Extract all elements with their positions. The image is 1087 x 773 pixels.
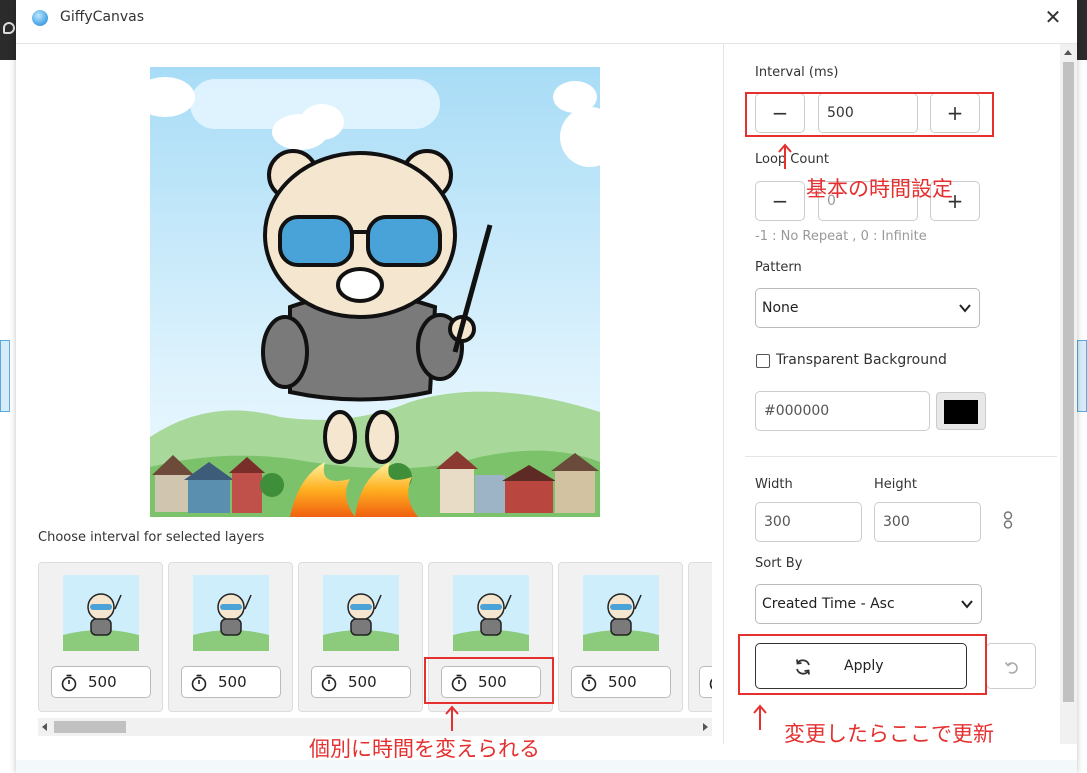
close-button[interactable]: ✕ (1040, 4, 1066, 30)
layer-thumbnail[interactable] (583, 575, 659, 651)
gif-preview-canvas (135, 67, 620, 517)
chevron-down-icon (961, 600, 973, 609)
scrollbar-thumb[interactable] (54, 721, 126, 733)
annotation-apply-note: 変更したらここで更新 (784, 722, 994, 746)
annotation-layers-note: 個別に時間を変えられる (309, 737, 540, 761)
timer-icon (321, 674, 337, 692)
preview-image (135, 67, 620, 517)
chevron-down-icon (959, 304, 971, 313)
timer-icon (581, 674, 597, 692)
layer-thumbnail[interactable] (453, 575, 529, 651)
annotation-arrow-up-icon (445, 705, 459, 731)
annotation-box-interval (745, 92, 994, 137)
timer-icon (709, 678, 712, 690)
title-bar: GiffyCanvas ✕ (16, 0, 1077, 44)
sort-by-select[interactable]: Created Time - Asc (755, 584, 982, 624)
layer-interval-input[interactable]: 500 (571, 666, 671, 698)
layers-interval-label: Choose interval for selected layers (38, 530, 265, 545)
layer-thumbnail[interactable] (63, 575, 139, 651)
layer-card[interactable] (688, 562, 712, 712)
dialog-footer (16, 760, 1077, 773)
layer-card[interactable]: 500 (168, 562, 293, 712)
scroll-right-icon[interactable] (703, 723, 708, 731)
settings-separator (745, 456, 1057, 457)
background-color-input[interactable]: #000000 (755, 391, 930, 431)
layer-interval-input[interactable]: 500 (311, 666, 411, 698)
layer-interval-input[interactable]: 500 (51, 666, 151, 698)
layer-card[interactable]: 500 (298, 562, 423, 712)
host-app-left-thumbnail[interactable] (0, 340, 10, 412)
layers-strip: 500 500 500 500 500 (38, 562, 712, 712)
width-input[interactable]: 300 (755, 502, 862, 542)
layer-card[interactable]: 500 (38, 562, 163, 712)
giffycanvas-dialog: GiffyCanvas ✕ Choose interval for select… (16, 0, 1077, 773)
settings-vertical-scrollbar[interactable] (1060, 44, 1077, 744)
layer-interval-value: 500 (218, 673, 247, 691)
host-app-right-thumbnail[interactable] (1077, 340, 1087, 412)
timer-icon (61, 674, 77, 692)
annotation-arrow-up-icon (753, 704, 767, 730)
annotation-box-layer-interval (424, 657, 554, 704)
layer-thumbnail[interactable] (193, 575, 269, 651)
scroll-left-icon[interactable] (42, 723, 47, 731)
loop-count-hint: -1 : No Repeat , 0 : Infinite (755, 229, 927, 244)
layer-interval-value: 500 (88, 673, 117, 691)
undo-icon (1004, 661, 1018, 674)
timer-icon (191, 674, 207, 692)
undo-button[interactable] (986, 643, 1036, 689)
annotation-arrow-up-icon (778, 143, 792, 169)
layer-interval-input[interactable] (699, 666, 712, 698)
scroll-up-icon[interactable] (1064, 50, 1072, 55)
height-input[interactable]: 300 (874, 502, 981, 542)
pattern-label: Pattern (755, 260, 802, 275)
transparent-background-label[interactable]: Transparent Background (776, 352, 947, 368)
layer-interval-value: 500 (348, 673, 377, 691)
sort-by-label: Sort By (755, 556, 803, 571)
annotation-interval-note: 基本の時間設定 (806, 177, 953, 201)
sort-by-selected-value: Created Time - Asc (762, 596, 895, 612)
transparent-background-checkbox[interactable] (756, 354, 770, 368)
interval-label: Interval (ms) (755, 65, 839, 80)
dialog-title: GiffyCanvas (60, 9, 145, 25)
app-logo-icon (32, 10, 48, 26)
layer-card[interactable]: 500 (558, 562, 683, 712)
loop-count-decrement-button[interactable]: − (755, 181, 805, 221)
layer-interval-value: 500 (608, 673, 637, 691)
pattern-selected-value: None (762, 300, 799, 316)
panel-divider (723, 44, 724, 744)
screen: GiffyCanvas ✕ Choose interval for select… (0, 0, 1087, 773)
host-app-right-toolbar (1077, 0, 1087, 60)
layer-thumbnail[interactable] (323, 575, 399, 651)
width-label: Width (755, 477, 793, 492)
layer-interval-input[interactable]: 500 (181, 666, 281, 698)
pattern-select[interactable]: None (755, 288, 980, 328)
height-label: Height (874, 477, 917, 492)
color-swatch (944, 400, 978, 424)
host-app-toolbar (0, 0, 16, 60)
chat-icon[interactable] (3, 22, 15, 34)
aspect-ratio-link-icon[interactable] (1003, 511, 1013, 529)
color-picker-button[interactable] (936, 392, 986, 430)
scrollbar-thumb[interactable] (1063, 62, 1074, 702)
annotation-box-apply (738, 634, 987, 695)
